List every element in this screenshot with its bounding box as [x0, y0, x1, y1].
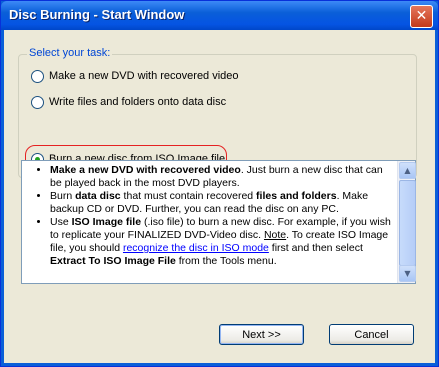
scroll-up-button[interactable]: ▲ — [399, 162, 416, 179]
info-text-run: files and folders — [256, 190, 337, 202]
scroll-thumb[interactable] — [399, 180, 416, 266]
info-list-item: Burn data disc that must contain recover… — [50, 190, 396, 216]
scroll-down-button[interactable]: ▼ — [399, 265, 416, 282]
info-text-run: Make a new DVD with recovered video — [50, 164, 241, 176]
iso-mode-link[interactable]: recognize the disc in ISO mode — [123, 242, 269, 254]
info-text-run: Extract To ISO Image File — [50, 255, 176, 267]
title-bar[interactable]: Disc Burning - Start Window ✕ — [1, 1, 438, 30]
info-list-item: Make a new DVD with recovered video. Jus… — [50, 164, 396, 190]
info-text-run: from the Tools menu. — [175, 255, 277, 267]
info-text-run: first and then select — [268, 242, 363, 254]
info-text-run: data disc — [75, 190, 121, 202]
radio-label: Write files and folders onto data disc — [49, 96, 227, 108]
info-text-box[interactable]: Make a new DVD with recovered video. Jus… — [21, 160, 416, 284]
chevron-down-icon: ▼ — [404, 269, 411, 278]
next-button[interactable]: Next >> — [219, 324, 304, 345]
info-text-run: that must contain recovered — [120, 190, 257, 202]
chevron-up-icon: ▲ — [404, 166, 411, 175]
radio-indicator[interactable] — [31, 95, 44, 109]
vertical-scrollbar[interactable]: ▲ ▼ — [397, 161, 416, 283]
radio-label: Make a new DVD with recovered video — [49, 70, 239, 82]
radio-write-data-disc[interactable]: Write files and folders onto data disc — [31, 94, 226, 110]
radio-indicator[interactable] — [31, 69, 44, 83]
close-icon: ✕ — [415, 8, 428, 24]
info-list: Make a new DVD with recovered video. Jus… — [22, 164, 396, 268]
info-text-run: Burn — [50, 190, 76, 202]
info-text-run: Use — [50, 216, 72, 228]
dialog-client-area: Select your task: Make a new DVD with re… — [4, 30, 435, 363]
info-text-run: Note — [263, 229, 287, 241]
info-content: Make a new DVD with recovered video. Jus… — [22, 161, 396, 283]
cancel-button[interactable]: Cancel — [329, 324, 414, 345]
window-title: Disc Burning - Start Window — [9, 7, 185, 22]
dialog-window: Disc Burning - Start Window ✕ Select you… — [0, 0, 439, 367]
info-text-run: ISO Image file — [71, 216, 142, 228]
info-list-item: Use ISO Image file (.iso file) to burn a… — [50, 216, 396, 268]
close-button[interactable]: ✕ — [410, 5, 433, 28]
radio-make-dvd[interactable]: Make a new DVD with recovered video — [31, 68, 239, 84]
task-group-legend: Select your task: — [27, 47, 113, 59]
